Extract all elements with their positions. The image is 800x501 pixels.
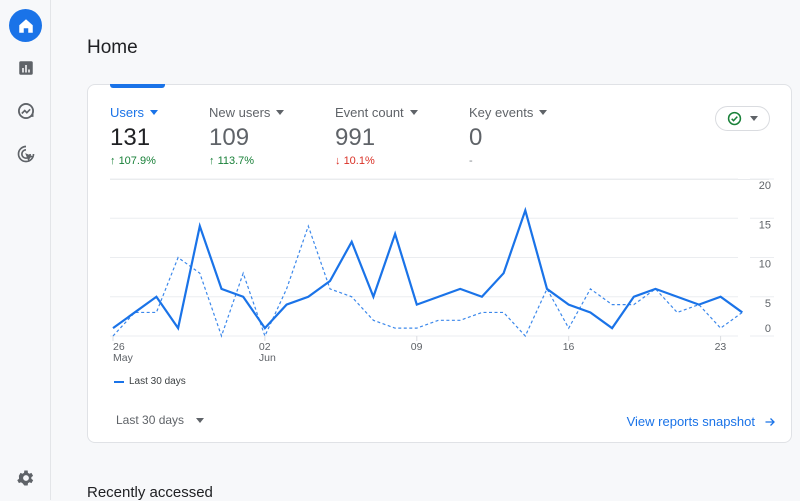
y-tick-label: 20: [759, 180, 771, 192]
nav-explore[interactable]: [9, 94, 42, 127]
gear-icon: [16, 470, 33, 485]
y-tick-label: 0: [765, 323, 771, 335]
chart-legend: Last 30 days: [114, 376, 186, 387]
view-reports-snapshot-link[interactable]: View reports snapshot: [627, 414, 776, 429]
arrow-right-icon: [765, 417, 775, 426]
date-range-dropdown[interactable]: Last 30 days: [116, 413, 205, 427]
target-cursor-icon: [17, 145, 34, 162]
x-tick-month-label: Jun: [259, 352, 276, 364]
page-title: Home: [87, 37, 138, 58]
home-icon: [18, 18, 33, 33]
nav-advertising[interactable]: [9, 137, 42, 170]
explore-icon: [17, 102, 34, 119]
nav-reports[interactable]: [9, 51, 42, 84]
legend-swatch: [114, 380, 124, 383]
users-line-chart: 0510152026May02Jun09 16 23: [110, 178, 774, 364]
x-tick-month-label: May: [113, 352, 134, 364]
sidebar: [0, 0, 51, 500]
nav-home[interactable]: [9, 9, 42, 42]
series-line-previous-period: [112, 224, 743, 338]
x-tick-label: 09: [411, 341, 423, 353]
overview-card: Users 131 ↑ 107.9% New users 109 ↑ 113.7…: [87, 84, 792, 443]
x-tick-label: 16: [563, 341, 575, 353]
caret-down-icon: [196, 417, 205, 423]
y-tick-label: 15: [759, 219, 771, 231]
y-tick-label: 5: [765, 298, 771, 310]
y-tick-label: 10: [759, 259, 771, 271]
date-range-label: Last 30 days: [116, 413, 185, 427]
view-link-label: View reports snapshot: [626, 414, 755, 429]
x-tick-label: 23: [715, 341, 727, 353]
series-line-last-30-days: [112, 206, 743, 331]
bar-chart-icon: [18, 60, 33, 75]
recently-accessed-heading: Recently accessed: [87, 484, 213, 501]
legend-label: Last 30 days: [129, 376, 186, 387]
settings-button[interactable]: [9, 461, 42, 494]
